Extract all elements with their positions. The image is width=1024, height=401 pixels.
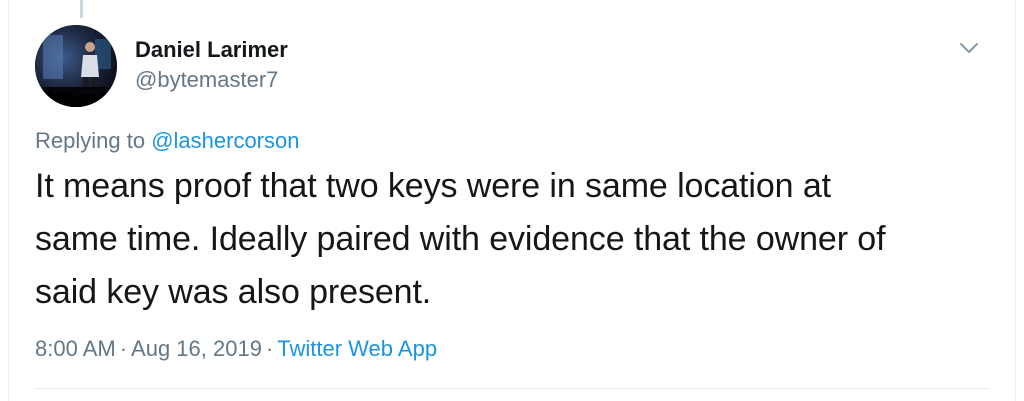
tweet-text: It means proof that two keys were in sam… xyxy=(35,160,995,319)
tweet-source-link[interactable]: Twitter Web App xyxy=(277,336,437,361)
replying-to-line: Replying to @lashercorson xyxy=(35,127,299,155)
meta-separator: · xyxy=(119,336,128,361)
tweet-meta: 8:00 AM · Aug 16, 2019 · Twitter Web App xyxy=(35,335,437,363)
tweet-text-line: It means proof that two keys were in sam… xyxy=(35,167,831,205)
thread-connector-line xyxy=(80,0,83,18)
reply-target-link[interactable]: @lashercorson xyxy=(151,128,299,153)
avatar[interactable] xyxy=(35,25,117,107)
user-block: Daniel Larimer @bytemaster7 xyxy=(135,36,288,94)
tweet-date[interactable]: Aug 16, 2019 xyxy=(131,336,262,361)
tweet-text-line: same time. Ideally paired with evidence … xyxy=(35,220,886,258)
avatar-photo xyxy=(35,25,117,107)
author-handle[interactable]: @bytemaster7 xyxy=(135,66,288,94)
replying-to-prefix: Replying to xyxy=(35,128,152,153)
meta-separator: · xyxy=(265,336,274,361)
tweet-time[interactable]: 8:00 AM xyxy=(35,336,116,361)
author-display-name[interactable]: Daniel Larimer xyxy=(135,36,288,64)
tweet-text-line: said key was also present. xyxy=(35,273,432,311)
divider xyxy=(35,388,989,389)
tweet-card: Daniel Larimer @bytemaster7 Replying to … xyxy=(8,0,1016,401)
chevron-down-icon[interactable] xyxy=(957,36,981,60)
